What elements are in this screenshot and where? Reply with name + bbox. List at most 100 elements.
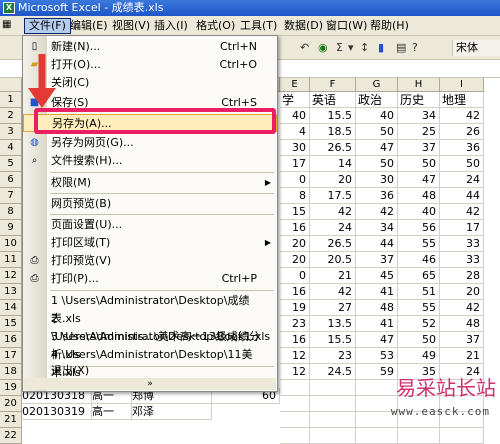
recent-file-2[interactable]: 2 \Users\Administrator\Desktop\Book1.xls xyxy=(23,310,277,343)
grade-value-cell[interactable]: 15.5 xyxy=(310,332,356,348)
menu-permission[interactable]: 权限(M) ▶ xyxy=(23,174,277,192)
grade-value-cell[interactable]: 15.5 xyxy=(310,108,356,124)
help-icon[interactable]: ? xyxy=(412,41,418,54)
grade-value-cell[interactable]: 42 xyxy=(310,284,356,300)
grade-value-cell[interactable] xyxy=(398,428,440,444)
row-header[interactable]: 3 xyxy=(0,124,22,140)
grade-value-cell[interactable]: 23 xyxy=(310,348,356,364)
grade-value-cell[interactable]: 48 xyxy=(398,188,440,204)
undo-icon[interactable]: ↶ xyxy=(300,41,309,54)
column-header-f[interactable]: F xyxy=(310,78,356,92)
grade-value-cell[interactable]: 20 xyxy=(280,252,310,268)
grade-value-cell[interactable]: 27 xyxy=(310,300,356,316)
grade-value-cell[interactable]: 18.5 xyxy=(310,124,356,140)
grade-value-cell[interactable]: 34 xyxy=(356,220,398,236)
grade-value-cell[interactable]: 47 xyxy=(356,140,398,156)
row-header[interactable]: 2 xyxy=(0,108,22,124)
grade-value-cell[interactable]: 16 xyxy=(280,284,310,300)
column-header-h[interactable]: H xyxy=(398,78,440,92)
row-header[interactable]: 14 xyxy=(0,300,22,316)
font-name-box[interactable]: 宋体 xyxy=(452,40,500,56)
grade-value-cell[interactable]: 24 xyxy=(310,220,356,236)
row-header[interactable]: 11 xyxy=(0,252,22,268)
row-header[interactable]: 5 xyxy=(0,156,22,172)
row-header[interactable]: 20 xyxy=(0,396,22,412)
column-title-cell[interactable]: 政治 xyxy=(356,92,398,108)
grade-value-cell[interactable]: 13.5 xyxy=(310,316,356,332)
menu-help[interactable]: 帮助(H) xyxy=(366,18,413,34)
name-cell[interactable]: 邓泽 xyxy=(132,404,212,420)
grade-value-cell[interactable]: 0 xyxy=(280,172,310,188)
grade-value-cell[interactable]: 25 xyxy=(398,124,440,140)
grade-value-cell[interactable] xyxy=(310,428,356,444)
grade-value-cell[interactable]: 15 xyxy=(280,204,310,220)
grade-value-cell[interactable]: 50 xyxy=(440,156,484,172)
grade-value-cell[interactable]: 42 xyxy=(356,204,398,220)
grade-value-cell[interactable]: 37 xyxy=(440,332,484,348)
column-header-e[interactable]: E xyxy=(280,78,310,92)
column-title-cell[interactable]: 学 xyxy=(280,92,310,108)
menu-print[interactable]: ⎙ 打印(P)... Ctrl+P xyxy=(23,270,277,288)
column-header-i[interactable]: I xyxy=(440,78,484,92)
grade-value-cell[interactable]: 21 xyxy=(440,348,484,364)
zoom-icon[interactable]: ▤ xyxy=(396,41,406,54)
menu-print-area[interactable]: 打印区域(T) ▶ xyxy=(23,234,277,252)
grade-value-cell[interactable]: 21 xyxy=(310,268,356,284)
grade-value-cell[interactable]: 40 xyxy=(398,204,440,220)
select-all-corner[interactable] xyxy=(0,78,22,92)
menu-window[interactable]: 窗口(W) xyxy=(322,18,371,34)
expand-menu-button[interactable]: » xyxy=(24,378,276,390)
grade-value-cell[interactable] xyxy=(280,380,310,396)
grade-value-cell[interactable]: 51 xyxy=(398,284,440,300)
grade-value-cell[interactable]: 19 xyxy=(280,300,310,316)
grade-value-cell[interactable] xyxy=(280,396,310,412)
grade-value-cell[interactable]: 49 xyxy=(398,348,440,364)
grade-value-cell[interactable]: 26 xyxy=(440,124,484,140)
grade-value-cell[interactable]: 48 xyxy=(356,300,398,316)
grade-value-cell[interactable] xyxy=(440,428,484,444)
autosum-dropdown-icon[interactable]: ▾ xyxy=(348,41,354,54)
grade-value-cell[interactable]: 47 xyxy=(356,332,398,348)
menu-format[interactable]: 格式(O) xyxy=(192,18,239,34)
row-header[interactable]: 1 xyxy=(0,92,22,108)
grade-value-cell[interactable]: 20 xyxy=(280,236,310,252)
row-header[interactable]: 4 xyxy=(0,140,22,156)
grade-value-cell[interactable] xyxy=(310,380,356,396)
menu-insert[interactable]: 插入(I) xyxy=(150,18,192,34)
grade-value-cell[interactable]: 8 xyxy=(280,188,310,204)
row-header[interactable]: 10 xyxy=(0,236,22,252)
grade-value-cell[interactable]: 28 xyxy=(440,268,484,284)
grade-value-cell[interactable] xyxy=(280,428,310,444)
menu-file[interactable]: 文件(F) xyxy=(24,18,71,34)
grade-value-cell[interactable]: 17 xyxy=(280,156,310,172)
grade-value-cell[interactable]: 55 xyxy=(398,300,440,316)
row-header[interactable]: 17 xyxy=(0,348,22,364)
row-header[interactable]: 18 xyxy=(0,364,22,380)
row-header[interactable]: 16 xyxy=(0,332,22,348)
recent-file-1[interactable]: 1 \Users\Administrator\Desktop\成绩表.xls xyxy=(23,292,277,325)
menu-page-setup[interactable]: 页面设置(U)... xyxy=(23,216,277,234)
grade-value-cell[interactable]: 17 xyxy=(440,220,484,236)
grade-value-cell[interactable]: 24 xyxy=(440,172,484,188)
grade-value-cell[interactable]: 23 xyxy=(280,316,310,332)
grade-value-cell[interactable]: 45 xyxy=(356,268,398,284)
grade-value-cell[interactable]: 65 xyxy=(398,268,440,284)
row-header[interactable]: 21 xyxy=(0,412,22,428)
column-title-cell[interactable]: 英语 xyxy=(310,92,356,108)
recent-file-3[interactable]: 3 \Users\Adminis...\美术高一13级成绩分析.xls xyxy=(23,328,277,361)
grade-value-cell[interactable]: 16 xyxy=(280,332,310,348)
grade-value-cell[interactable]: 44 xyxy=(356,236,398,252)
row-header[interactable]: 19 xyxy=(0,380,22,396)
column-title-cell[interactable]: 地理 xyxy=(440,92,484,108)
grade-value-cell[interactable]: 0 xyxy=(280,268,310,284)
menu-file-search[interactable]: ⌕ 文件搜索(H)... xyxy=(23,152,277,170)
grade-value-cell[interactable]: 17.5 xyxy=(310,188,356,204)
grade-value-cell[interactable]: 55 xyxy=(398,236,440,252)
grade-value-cell[interactable]: 33 xyxy=(440,236,484,252)
menu-data[interactable]: 数据(D) xyxy=(280,18,327,34)
grade-value-cell[interactable]: 48 xyxy=(440,316,484,332)
sort-ascending-icon[interactable]: ↕ xyxy=(360,41,369,54)
grade-value-cell[interactable]: 40 xyxy=(356,108,398,124)
grade-value-cell[interactable]: 36 xyxy=(440,140,484,156)
row-header[interactable]: 8 xyxy=(0,204,22,220)
